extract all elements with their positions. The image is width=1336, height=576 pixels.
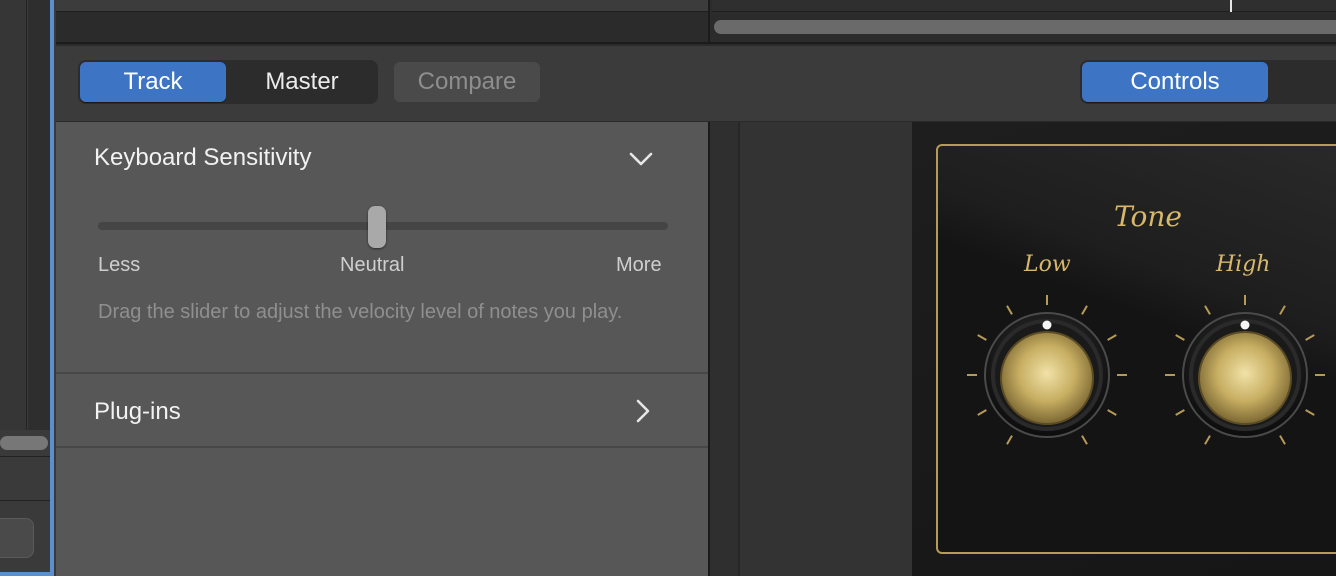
plugin-gutter xyxy=(740,122,912,576)
knob-tick xyxy=(1279,435,1286,445)
slider-label-neutral: Neutral xyxy=(340,254,405,276)
track-master-segmented-control: Track Master xyxy=(78,60,378,104)
divider xyxy=(708,0,710,44)
tab-controls[interactable]: Controls xyxy=(1082,62,1268,102)
divider xyxy=(0,456,50,457)
divider xyxy=(0,500,50,501)
chevron-down-icon[interactable] xyxy=(628,146,654,172)
knob-tick xyxy=(1204,435,1211,445)
tab-master[interactable]: Master xyxy=(228,62,376,102)
slider-label-more: More xyxy=(616,254,662,276)
knob-tick xyxy=(1107,409,1117,416)
left-track-strip xyxy=(0,0,56,576)
inspector-header: Track Master Compare Controls xyxy=(56,46,1336,122)
knob-label-low: Low xyxy=(1024,252,1071,277)
knob-tick xyxy=(1081,305,1088,315)
playhead[interactable] xyxy=(1230,0,1232,12)
timeline-horizontal-scrollbar[interactable] xyxy=(714,20,1336,34)
low-knob[interactable] xyxy=(964,292,1130,458)
knob-tick xyxy=(977,334,987,341)
knob-tick xyxy=(1006,435,1013,445)
keyboard-sensitivity-title[interactable]: Keyboard Sensitivity xyxy=(94,144,311,172)
chevron-right-icon xyxy=(636,399,650,423)
tab-track[interactable]: Track xyxy=(80,62,226,102)
knob-tick xyxy=(1305,409,1315,416)
timeline-bar xyxy=(56,0,1336,44)
knob-tick xyxy=(1006,305,1013,315)
knob-tick xyxy=(977,409,987,416)
knob-label-high: High xyxy=(1216,252,1271,277)
timeline-lane xyxy=(56,0,710,12)
knob-tick xyxy=(1305,334,1315,341)
help-text: Drag the slider to adjust the velocity l… xyxy=(98,301,623,323)
tone-title: Tone xyxy=(1114,200,1182,233)
knob-tick xyxy=(1175,409,1185,416)
knob-tick xyxy=(1204,305,1211,315)
timeline-lane-right xyxy=(712,0,1336,12)
knob-tick xyxy=(1081,435,1088,445)
high-knob[interactable] xyxy=(1162,292,1328,458)
knob-tick xyxy=(1107,334,1117,341)
selection-edge xyxy=(50,0,54,576)
tone-section-frame: Tone Low High xyxy=(936,144,1336,554)
app-window: Track Master Compare Controls Keyboard S… xyxy=(0,0,1336,576)
plugins-row[interactable]: Plug-ins xyxy=(56,374,708,446)
inspector-panel: Keyboard Sensitivity Less Neutral More D… xyxy=(56,122,708,576)
selection-edge-bottom xyxy=(0,572,54,576)
view-segmented-control: Controls xyxy=(1080,60,1336,104)
plugin-controls-panel: Tone Low High xyxy=(912,122,1336,576)
slider-label-less: Less xyxy=(98,254,141,276)
compare-button[interactable]: Compare xyxy=(394,62,540,102)
plugins-title: Plug-ins xyxy=(94,398,181,425)
track-header-column xyxy=(28,0,50,430)
left-strip-button[interactable] xyxy=(0,518,34,558)
divider xyxy=(56,446,708,448)
slider-thumb[interactable] xyxy=(368,206,386,248)
knob-tick xyxy=(1175,334,1185,341)
track-list-column xyxy=(0,0,27,430)
knob-tick xyxy=(1279,305,1286,315)
left-horizontal-scrollbar[interactable] xyxy=(0,436,48,450)
plugin-area: Tone Low High xyxy=(710,122,1336,576)
